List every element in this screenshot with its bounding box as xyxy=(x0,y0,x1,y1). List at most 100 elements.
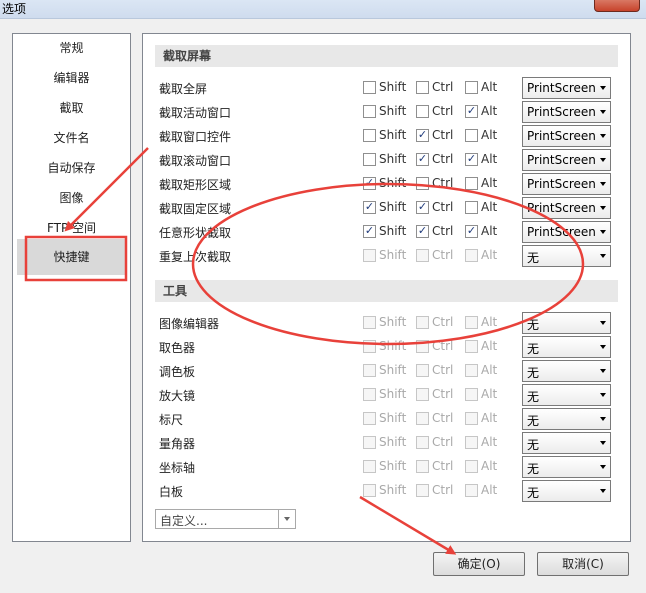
shortcut-label: 量角器 xyxy=(159,437,196,451)
shift-checkbox[interactable]: ✓ xyxy=(363,176,376,190)
key-dropdown[interactable]: 无 xyxy=(522,360,611,382)
sidebar-item-1[interactable]: 编辑器 xyxy=(13,64,130,92)
ctrl-checkbox[interactable] xyxy=(416,412,429,425)
ctrl-checkbox[interactable]: ✓ xyxy=(416,224,429,238)
ctrl-checkbox[interactable] xyxy=(416,364,429,377)
chevron-down-icon xyxy=(600,206,606,210)
alt-checkbox[interactable] xyxy=(465,412,478,425)
shift-checkbox[interactable]: ✓ xyxy=(363,200,376,214)
ctrl-checkbox[interactable] xyxy=(416,249,429,262)
ctrl-label: Ctrl xyxy=(432,387,454,401)
shift-checkbox[interactable] xyxy=(363,412,376,425)
shortcut-label: 重复上次截取 xyxy=(159,250,232,264)
shift-checkbox[interactable] xyxy=(363,388,376,401)
key-dropdown[interactable]: 无 xyxy=(522,432,611,454)
ctrl-checkbox[interactable] xyxy=(416,81,429,94)
checkmark-icon: ✓ xyxy=(364,200,375,213)
shift-checkbox[interactable] xyxy=(363,81,376,94)
shortcut-label: 取色器 xyxy=(159,341,196,355)
sidebar-item-6[interactable]: FTP 空间 xyxy=(13,214,130,242)
shift-checkbox[interactable] xyxy=(363,153,376,166)
alt-checkbox[interactable] xyxy=(465,364,478,377)
key-dropdown-value: 无 xyxy=(527,486,540,500)
shift-checkbox[interactable] xyxy=(363,105,376,118)
key-dropdown[interactable]: 无 xyxy=(522,408,611,430)
key-dropdown[interactable]: PrintScreen xyxy=(522,125,611,147)
alt-checkbox[interactable] xyxy=(465,484,478,497)
alt-checkbox[interactable] xyxy=(465,340,478,353)
key-dropdown[interactable]: 无 xyxy=(522,480,611,502)
ctrl-checkbox[interactable] xyxy=(416,388,429,401)
ctrl-label: Ctrl xyxy=(432,152,454,166)
alt-checkbox[interactable]: ✓ xyxy=(465,224,478,238)
shift-checkbox[interactable] xyxy=(363,340,376,353)
ctrl-checkbox[interactable]: ✓ xyxy=(416,152,429,166)
key-dropdown[interactable]: 无 xyxy=(522,384,611,406)
alt-checkbox[interactable] xyxy=(465,316,478,329)
key-dropdown[interactable]: 无 xyxy=(522,456,611,478)
alt-checkbox[interactable] xyxy=(465,201,478,214)
shift-checkbox[interactable] xyxy=(363,129,376,142)
alt-checkbox[interactable] xyxy=(465,436,478,449)
sidebar-item-0[interactable]: 常规 xyxy=(13,34,130,62)
ctrl-checkbox[interactable] xyxy=(416,460,429,473)
ctrl-checkbox[interactable] xyxy=(416,484,429,497)
custom-select-button[interactable] xyxy=(278,510,295,528)
key-dropdown[interactable]: 无 xyxy=(522,336,611,358)
shortcut-label: 图像编辑器 xyxy=(159,317,220,331)
shift-checkbox[interactable] xyxy=(363,460,376,473)
key-dropdown[interactable]: PrintScreen xyxy=(522,173,611,195)
key-dropdown[interactable]: PrintScreen xyxy=(522,149,611,171)
key-dropdown[interactable]: 无 xyxy=(522,245,611,267)
alt-checkbox[interactable]: ✓ xyxy=(465,104,478,118)
key-dropdown[interactable]: PrintScreen xyxy=(522,197,611,219)
key-dropdown-value: PrintScreen xyxy=(527,105,596,119)
shortcut-label: 标尺 xyxy=(159,413,184,427)
ctrl-checkbox[interactable]: ✓ xyxy=(416,200,429,214)
ctrl-checkbox[interactable]: ✓ xyxy=(416,128,429,142)
sidebar-item-5[interactable]: 图像 xyxy=(13,184,130,212)
ctrl-checkbox[interactable] xyxy=(416,340,429,353)
tools_section-row: 放大镜 Shift Ctrl Alt 无 xyxy=(143,383,632,407)
key-dropdown[interactable]: PrintScreen xyxy=(522,77,611,99)
alt-checkbox[interactable]: ✓ xyxy=(465,152,478,166)
key-dropdown-value: PrintScreen xyxy=(527,153,596,167)
custom-shortcut-select[interactable]: 自定义... xyxy=(155,509,296,529)
shift-checkbox[interactable] xyxy=(363,484,376,497)
chevron-down-icon xyxy=(600,393,606,397)
shift-label: Shift xyxy=(379,483,407,497)
shift-label: Shift xyxy=(379,128,407,142)
close-button[interactable] xyxy=(594,0,640,12)
shift-checkbox[interactable] xyxy=(363,436,376,449)
key-dropdown[interactable]: PrintScreen xyxy=(522,221,611,243)
key-dropdown-value: 无 xyxy=(527,390,540,404)
tools_section-row: 图像编辑器 Shift Ctrl Alt 无 xyxy=(143,311,632,335)
shift-checkbox[interactable] xyxy=(363,249,376,262)
alt-checkbox[interactable] xyxy=(465,249,478,262)
shift-checkbox[interactable]: ✓ xyxy=(363,224,376,238)
shift-checkbox[interactable] xyxy=(363,316,376,329)
ctrl-label: Ctrl xyxy=(432,315,454,329)
alt-checkbox[interactable] xyxy=(465,81,478,94)
ctrl-checkbox[interactable] xyxy=(416,316,429,329)
sidebar-item-3[interactable]: 文件名 xyxy=(13,124,130,152)
ok-button[interactable]: 确定(O) xyxy=(433,552,525,576)
sidebar-item-7[interactable]: 快捷键 xyxy=(17,239,126,275)
shift-checkbox[interactable] xyxy=(363,364,376,377)
capture_section-row: 截取固定区域 ✓ Shift ✓ Ctrl Alt PrintScreen xyxy=(143,196,632,220)
ctrl-checkbox[interactable] xyxy=(416,177,429,190)
alt-checkbox[interactable] xyxy=(465,177,478,190)
ctrl-checkbox[interactable] xyxy=(416,436,429,449)
alt-checkbox[interactable] xyxy=(465,388,478,401)
cancel-button[interactable]: 取消(C) xyxy=(537,552,629,576)
key-dropdown[interactable]: PrintScreen xyxy=(522,101,611,123)
alt-label: Alt xyxy=(481,339,498,353)
alt-checkbox[interactable] xyxy=(465,129,478,142)
sidebar-item-4[interactable]: 自动保存 xyxy=(13,154,130,182)
key-dropdown-value: 无 xyxy=(527,438,540,452)
ctrl-checkbox[interactable] xyxy=(416,105,429,118)
alt-checkbox[interactable] xyxy=(465,460,478,473)
sidebar-item-2[interactable]: 截取 xyxy=(13,94,130,122)
chevron-down-icon xyxy=(600,110,606,114)
key-dropdown[interactable]: 无 xyxy=(522,312,611,334)
